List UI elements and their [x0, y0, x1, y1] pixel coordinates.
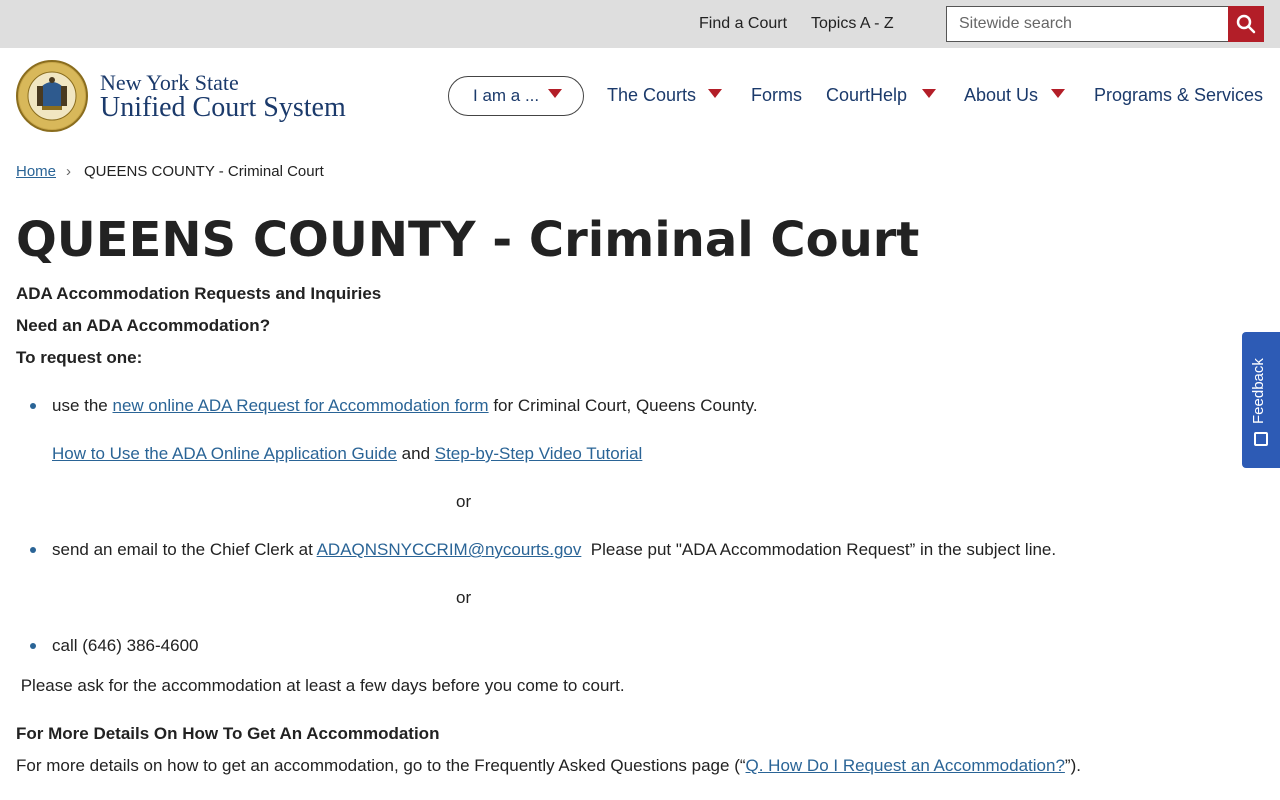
guide-links: How to Use the ADA Online Application Gu… [52, 444, 642, 464]
details-suffix: ”). [1064, 756, 1081, 775]
topics-a-z-link[interactable]: Topics A - Z [811, 15, 894, 33]
search-box [946, 6, 1264, 42]
nav-the-courts[interactable]: The Courts [607, 85, 696, 106]
or-separator: or [456, 588, 472, 607]
nav-programs-services[interactable]: Programs & Services [1094, 85, 1263, 106]
breadcrumb-current: QUEENS COUNTY - Criminal Court [84, 163, 324, 180]
bullet-icon [30, 547, 36, 553]
nav-courthelp-caret-icon[interactable] [922, 89, 936, 98]
search-button[interactable] [1228, 6, 1264, 42]
list-item-phone: call (646) 386-4600 [52, 636, 199, 655]
nav-forms[interactable]: Forms [751, 85, 802, 106]
nav-about-us[interactable]: About Us [964, 85, 1038, 106]
list-item-online-form: use the new online ADA Request for Accom… [52, 396, 758, 416]
i-am-a-dropdown[interactable]: I am a ... [448, 76, 584, 116]
brand-name-line2[interactable]: Unified Court System [100, 92, 346, 124]
nav-courthelp[interactable]: CourtHelp [826, 85, 907, 106]
list-item-email: send an email to the Chief Clerk at ADAQ… [52, 540, 1056, 560]
nav-about-caret-icon[interactable] [1051, 89, 1065, 98]
or-separator: or [456, 492, 472, 511]
find-a-court-link[interactable]: Find a Court [699, 15, 787, 33]
request-heading: To request one: [16, 348, 143, 367]
utility-bar: Find a Court Topics A - Z [0, 0, 1280, 48]
details-prefix: For more details on how to get an accomm… [16, 756, 746, 775]
page-title: QUEENS COUNTY - Criminal Court [16, 212, 920, 268]
more-details-heading: For More Details On How To Get An Accomm… [16, 724, 440, 743]
more-details-text: For more details on how to get an accomm… [16, 756, 1081, 776]
feedback-icon [1254, 432, 1268, 446]
ada-heading: ADA Accommodation Requests and Inquiries [16, 284, 382, 303]
email-suffix: Please put "ADA Accommodation Request” i… [581, 540, 1057, 559]
feedback-label: Feedback [1250, 358, 1267, 424]
advance-notice-text: Please ask for the accommodation at leas… [16, 676, 625, 695]
bullet-icon [30, 643, 36, 649]
and-text: and [396, 444, 435, 463]
breadcrumb-chevron-icon: › [66, 163, 71, 180]
ada-guide-link[interactable]: How to Use the ADA Online Application Gu… [52, 444, 397, 463]
bullet-icon [30, 403, 36, 409]
video-tutorial-link[interactable]: Step-by-Step Video Tutorial [435, 444, 643, 463]
online-form-prefix: use the [52, 396, 113, 415]
search-icon [1236, 14, 1256, 34]
state-seal-logo[interactable] [16, 60, 88, 132]
feedback-tab[interactable]: Feedback [1242, 332, 1280, 468]
nav-courts-caret-icon[interactable] [708, 89, 722, 98]
search-input[interactable] [947, 7, 1227, 41]
faq-accommodation-link[interactable]: Q. How Do I Request an Accommodation? [746, 756, 1065, 775]
chief-clerk-email-link[interactable]: ADAQNSNYCCRIM@nycourts.gov [317, 540, 582, 559]
online-form-suffix: for Criminal Court, Queens County. [488, 396, 758, 415]
online-ada-form-link[interactable]: new online ADA Request for Accommodation… [113, 396, 489, 415]
i-am-a-caret-icon [548, 89, 562, 98]
email-prefix: send an email to the Chief Clerk at [52, 540, 317, 559]
breadcrumb-home[interactable]: Home [16, 163, 56, 180]
i-am-a-label: I am a ... [473, 86, 540, 105]
need-accommodation-heading: Need an ADA Accommodation? [16, 316, 271, 335]
seal-emblem-icon [19, 63, 85, 129]
